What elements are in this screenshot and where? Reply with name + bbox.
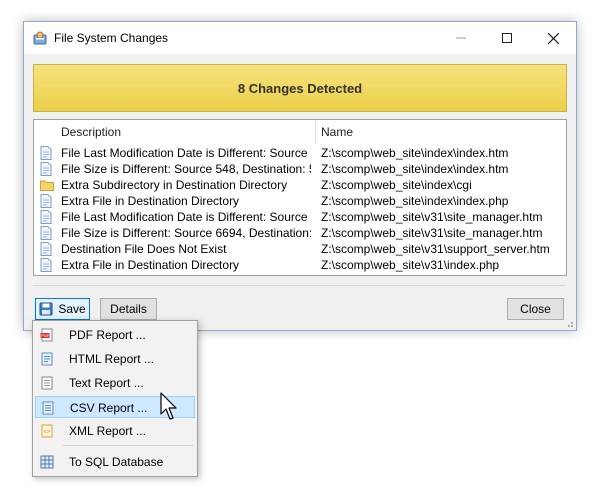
file-icon bbox=[40, 210, 52, 224]
divider bbox=[33, 285, 565, 286]
svg-text:<>: <> bbox=[43, 430, 51, 436]
file-icon bbox=[40, 194, 52, 208]
svg-text:PDF: PDF bbox=[41, 333, 50, 338]
changes-banner: 8 Changes Detected bbox=[33, 64, 567, 112]
changes-list[interactable]: Description Name File Last Modification … bbox=[33, 119, 567, 276]
table-row[interactable]: Extra File in Destination Directory Z:\sc… bbox=[34, 193, 566, 209]
table-row[interactable]: Extra Subdirectory in Destination Direct… bbox=[34, 177, 566, 193]
list-header: Description Name bbox=[34, 120, 566, 144]
minimize-button[interactable] bbox=[438, 22, 484, 54]
menu-separator bbox=[63, 445, 193, 446]
file-icon bbox=[40, 162, 52, 176]
row-description: Extra Subdirectory in Destination Direct… bbox=[61, 178, 288, 192]
menu-item-label: Text Report ... bbox=[69, 376, 144, 390]
minimize-icon bbox=[456, 37, 466, 39]
table-row[interactable]: File Last Modification Date is Different… bbox=[34, 209, 566, 225]
menu-item-label: To SQL Database bbox=[69, 455, 164, 469]
maximize-button[interactable] bbox=[484, 22, 530, 54]
column-header-name[interactable]: Name bbox=[321, 125, 353, 139]
close-icon bbox=[547, 32, 559, 44]
app-icon bbox=[33, 31, 47, 45]
row-name: Z:\scomp\web_site\index\cgi bbox=[321, 178, 472, 192]
csv-icon bbox=[42, 401, 54, 415]
menu-item-sql-database[interactable]: To SQL Database bbox=[35, 451, 195, 473]
row-name: Z:\scomp\web_site\index\index.htm bbox=[321, 146, 509, 160]
menu-item-label: XML Report ... bbox=[69, 424, 146, 438]
row-name: Z:\scomp\web_site\index\index.php bbox=[321, 194, 509, 208]
html-icon bbox=[41, 352, 53, 366]
menu-item-text-report[interactable]: Text Report ... bbox=[35, 372, 195, 394]
save-button[interactable]: Save bbox=[35, 298, 90, 320]
menu-item-pdf-report[interactable]: PDF PDF Report ... bbox=[35, 324, 195, 346]
resize-grip-icon[interactable] bbox=[564, 318, 574, 328]
menu-item-xml-report[interactable]: <> XML Report ... bbox=[35, 420, 195, 442]
details-button-label: Details bbox=[110, 302, 147, 316]
table-row[interactable]: File Size is Different: Source 548, Dest… bbox=[34, 161, 566, 177]
column-header-description[interactable]: Description bbox=[61, 125, 121, 139]
file-icon bbox=[40, 146, 52, 160]
row-description: Destination File Does Not Exist bbox=[61, 242, 227, 256]
floppy-disk-icon bbox=[39, 302, 53, 316]
file-icon bbox=[40, 226, 52, 240]
row-name: Z:\scomp\web_site\v31\site_manager.htm bbox=[321, 226, 543, 240]
row-name: Z:\scomp\web_site\v31\site_manager.htm bbox=[321, 210, 543, 224]
table-row[interactable]: File Size is Different: Source 6694, Des… bbox=[34, 225, 566, 241]
row-name: Z:\scomp\web_site\v31\index.php bbox=[321, 258, 500, 272]
row-name: Z:\scomp\web_site\index\index.htm bbox=[321, 162, 509, 176]
row-description: Extra File in Destination Directory bbox=[61, 194, 240, 208]
close-window-button[interactable] bbox=[530, 22, 576, 54]
menu-item-label: CSV Report ... bbox=[70, 401, 148, 415]
save-button-label: Save bbox=[58, 302, 86, 316]
table-row[interactable]: Extra File in Destination Directory Z:\sc… bbox=[34, 257, 566, 273]
menu-item-html-report[interactable]: HTML Report ... bbox=[35, 348, 195, 370]
table-row[interactable]: Destination File Does Not Exist Z:\scomp\… bbox=[34, 241, 566, 257]
menu-item-label: HTML Report ... bbox=[69, 352, 154, 366]
file-system-changes-dialog: File System Changes 8 Changes Detected D… bbox=[23, 21, 577, 331]
row-description: File Last Modification Date is Different… bbox=[61, 210, 311, 224]
database-icon bbox=[40, 455, 54, 469]
row-description: File Size is Different: Source 6694, Des… bbox=[61, 226, 311, 240]
row-description: Extra File in Destination Directory bbox=[61, 258, 240, 272]
file-icon bbox=[40, 242, 52, 256]
close-button-label: Close bbox=[520, 302, 551, 316]
folder-icon bbox=[40, 178, 54, 192]
maximize-icon bbox=[502, 33, 512, 43]
title-bar[interactable]: File System Changes bbox=[24, 22, 576, 54]
list-rows: File Last Modification Date is Different… bbox=[34, 145, 566, 273]
file-icon bbox=[40, 258, 52, 272]
row-description: File Last Modification Date is Different… bbox=[61, 146, 311, 160]
changes-count-text: 8 Changes Detected bbox=[237, 80, 363, 96]
details-button[interactable]: Details bbox=[100, 298, 157, 320]
close-button[interactable]: Close bbox=[507, 298, 564, 320]
window-title: File System Changes bbox=[54, 31, 169, 45]
row-name: Z:\scomp\web_site\v31\support_server.htm bbox=[321, 242, 550, 256]
row-description: File Size is Different: Source 548, Dest… bbox=[61, 162, 311, 176]
menu-item-label: PDF Report ... bbox=[69, 328, 146, 342]
table-row[interactable]: File Last Modification Date is Different… bbox=[34, 145, 566, 161]
mouse-cursor-icon bbox=[160, 392, 177, 420]
pdf-icon: PDF bbox=[40, 328, 53, 342]
column-separator[interactable] bbox=[315, 120, 316, 144]
xml-icon: <> bbox=[41, 424, 53, 438]
text-icon bbox=[41, 376, 53, 390]
